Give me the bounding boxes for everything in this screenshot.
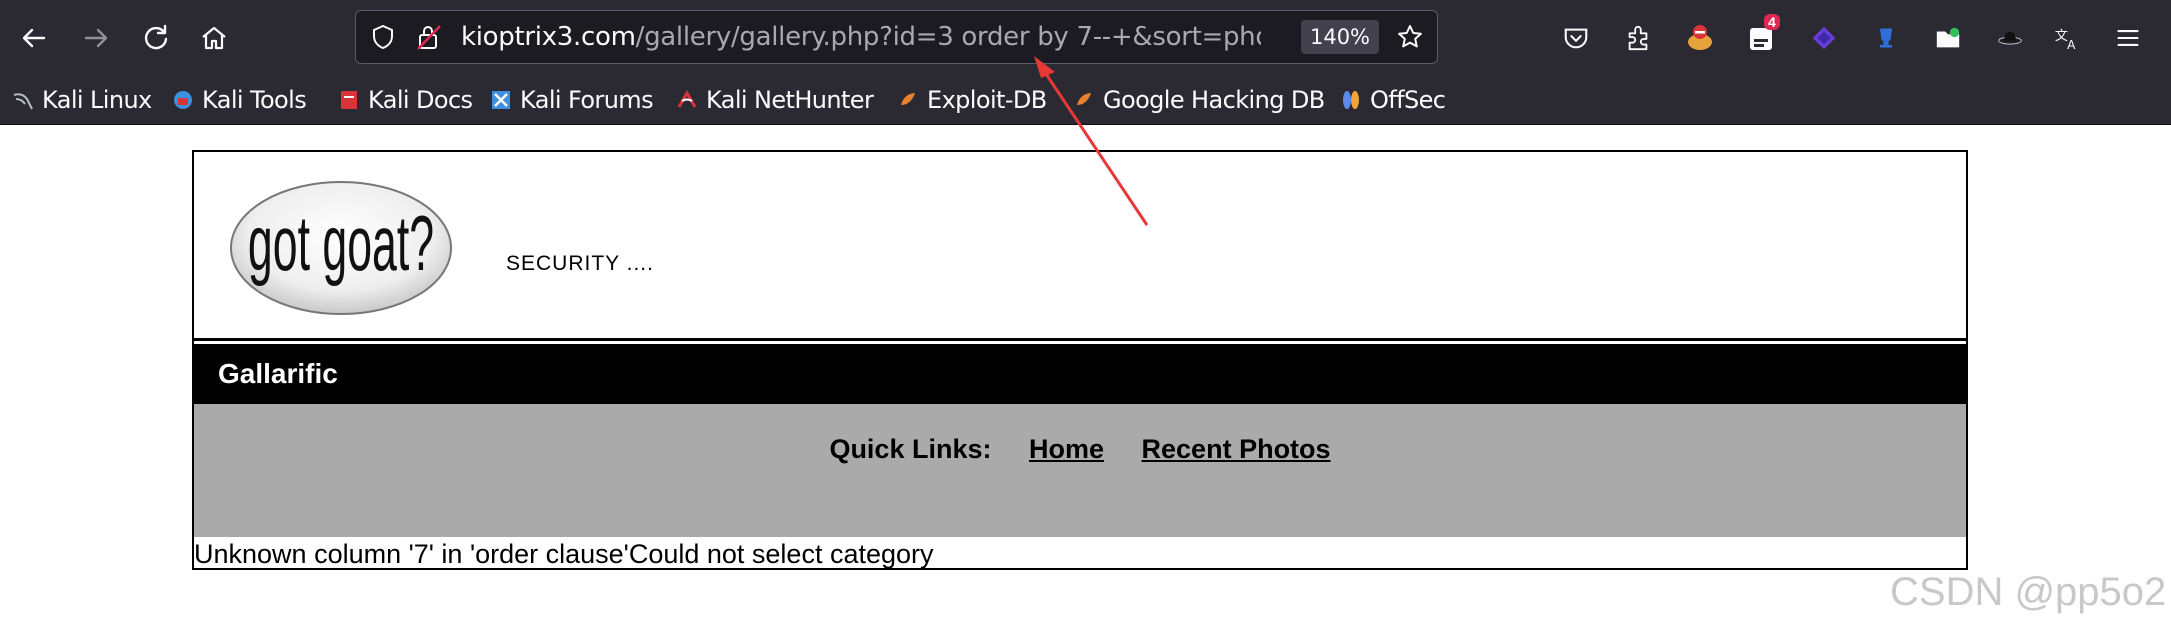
bookmark-kali-docs[interactable]: Kali Docs xyxy=(338,76,473,124)
kali-dragon-icon xyxy=(12,89,34,111)
browser-toolbar: kioptrix3.com/gallery/gallery.php?id=3 o… xyxy=(0,0,2171,76)
extension-folder-button[interactable] xyxy=(1930,20,1966,56)
cookie-extension-icon xyxy=(1688,25,1712,50)
kali-docs-icon xyxy=(338,89,360,111)
sql-error-message: Unknown column '7' in 'order clause'Coul… xyxy=(194,539,934,569)
gallery-page-frame: got goat? SECURITY .... Gallarific Quick… xyxy=(192,150,1968,570)
bookmark-star-icon[interactable] xyxy=(1396,23,1424,51)
back-arrow-icon xyxy=(22,28,46,48)
translate-button[interactable]: 文A xyxy=(2050,20,2086,56)
ghdb-icon xyxy=(1073,89,1095,111)
diamond-extension-icon xyxy=(1812,26,1836,50)
bookmark-label: Kali Tools xyxy=(202,86,307,114)
url-bar[interactable]: kioptrix3.com/gallery/gallery.php?id=3 o… xyxy=(355,10,1438,64)
bookmark-kali-tools[interactable]: Kali Tools xyxy=(172,76,307,124)
url-path: /gallery/gallery.php?id=3 order by 7--+&… xyxy=(635,22,1261,52)
extension-count-badge: 4 xyxy=(1764,14,1780,30)
quick-links-row: Quick Links: Home Recent Photos xyxy=(194,434,1966,465)
site-tagline: SECURITY .... xyxy=(506,252,654,275)
forward-arrow-icon xyxy=(84,28,108,48)
forward-button[interactable] xyxy=(68,10,124,66)
quick-links-label: Quick Links: xyxy=(829,434,992,464)
extensions-button[interactable] xyxy=(1620,20,1656,56)
reload-button[interactable] xyxy=(128,10,184,66)
bookmark-label: Kali Docs xyxy=(368,86,473,114)
title-divider xyxy=(194,338,1966,341)
kali-tools-icon xyxy=(172,89,194,111)
bookmark-label: Google Hacking DB xyxy=(1103,86,1325,114)
bookmark-label: Exploit-DB xyxy=(927,86,1047,114)
url-text[interactable]: kioptrix3.com/gallery/gallery.php?id=3 o… xyxy=(461,11,1261,63)
bookmark-label: OffSec xyxy=(1370,86,1446,114)
url-host: kioptrix3.com xyxy=(461,22,636,52)
recent-photos-link[interactable]: Recent Photos xyxy=(1142,434,1331,464)
reload-icon xyxy=(144,24,168,50)
shield-icon[interactable] xyxy=(370,24,396,50)
bookmark-offsec[interactable]: OffSec xyxy=(1340,76,1446,124)
folder-extension-icon xyxy=(1936,27,1960,48)
extension-badge-button[interactable]: 4 xyxy=(1744,14,1780,56)
bookmark-google-hacking-db[interactable]: Google Hacking DB xyxy=(1073,76,1325,124)
spy-hat-icon xyxy=(1998,31,2022,45)
site-title: Gallarific xyxy=(218,358,338,389)
pocket-button[interactable] xyxy=(1558,20,1594,56)
extension-purple-button[interactable] xyxy=(1806,20,1842,56)
extension-hat-button[interactable] xyxy=(1992,20,2028,56)
logo-text: got goat? xyxy=(248,201,434,287)
kali-forums-icon xyxy=(490,89,512,111)
hamburger-menu-icon xyxy=(2117,30,2139,46)
bookmark-label: Kali Forums xyxy=(520,86,654,114)
bookmark-label: Kali Linux xyxy=(42,86,152,114)
got-goat-logo-icon: got goat? xyxy=(230,181,452,315)
puzzle-icon xyxy=(1628,25,1648,51)
extension-cup-button[interactable] xyxy=(1868,20,1904,56)
quick-links-bar: Quick Links: Home Recent Photos xyxy=(194,404,1966,537)
bookmarks-toolbar: Kali Linux Kali Tools Kali Docs Kali For… xyxy=(0,76,2171,124)
app-menu-button[interactable] xyxy=(2110,20,2146,56)
home-link[interactable]: Home xyxy=(1029,434,1104,464)
pocket-icon xyxy=(1564,28,1588,49)
home-icon xyxy=(202,26,226,50)
offsec-icon xyxy=(1340,89,1362,111)
extension-cookie-button[interactable] xyxy=(1682,20,1718,56)
bookmark-label: Kali NetHunter xyxy=(706,86,874,114)
bookmark-kali-nethunter[interactable]: Kali NetHunter xyxy=(676,76,874,124)
home-button[interactable] xyxy=(186,10,242,66)
toolbar-divider xyxy=(0,124,2171,125)
bookmark-kali-forums[interactable]: Kali Forums xyxy=(490,76,654,124)
back-button[interactable] xyxy=(6,10,62,66)
nethunter-icon xyxy=(676,89,698,111)
watermark: CSDN @pp5o2 xyxy=(1890,570,2167,614)
cup-extension-icon xyxy=(1879,28,1893,48)
svg-text:A: A xyxy=(2067,38,2076,52)
insecure-lock-icon[interactable] xyxy=(416,23,442,51)
site-logo[interactable]: got goat? xyxy=(228,178,454,318)
svg-text:文: 文 xyxy=(2055,29,2068,44)
zoom-level-button[interactable]: 140% xyxy=(1301,20,1379,54)
bookmark-exploit-db[interactable]: Exploit-DB xyxy=(897,76,1047,124)
exploit-db-icon xyxy=(897,89,919,111)
translate-icon: 文A xyxy=(2055,29,2076,52)
site-title-bar: Gallarific xyxy=(194,344,1966,404)
bookmark-kali-linux[interactable]: Kali Linux xyxy=(12,76,152,124)
